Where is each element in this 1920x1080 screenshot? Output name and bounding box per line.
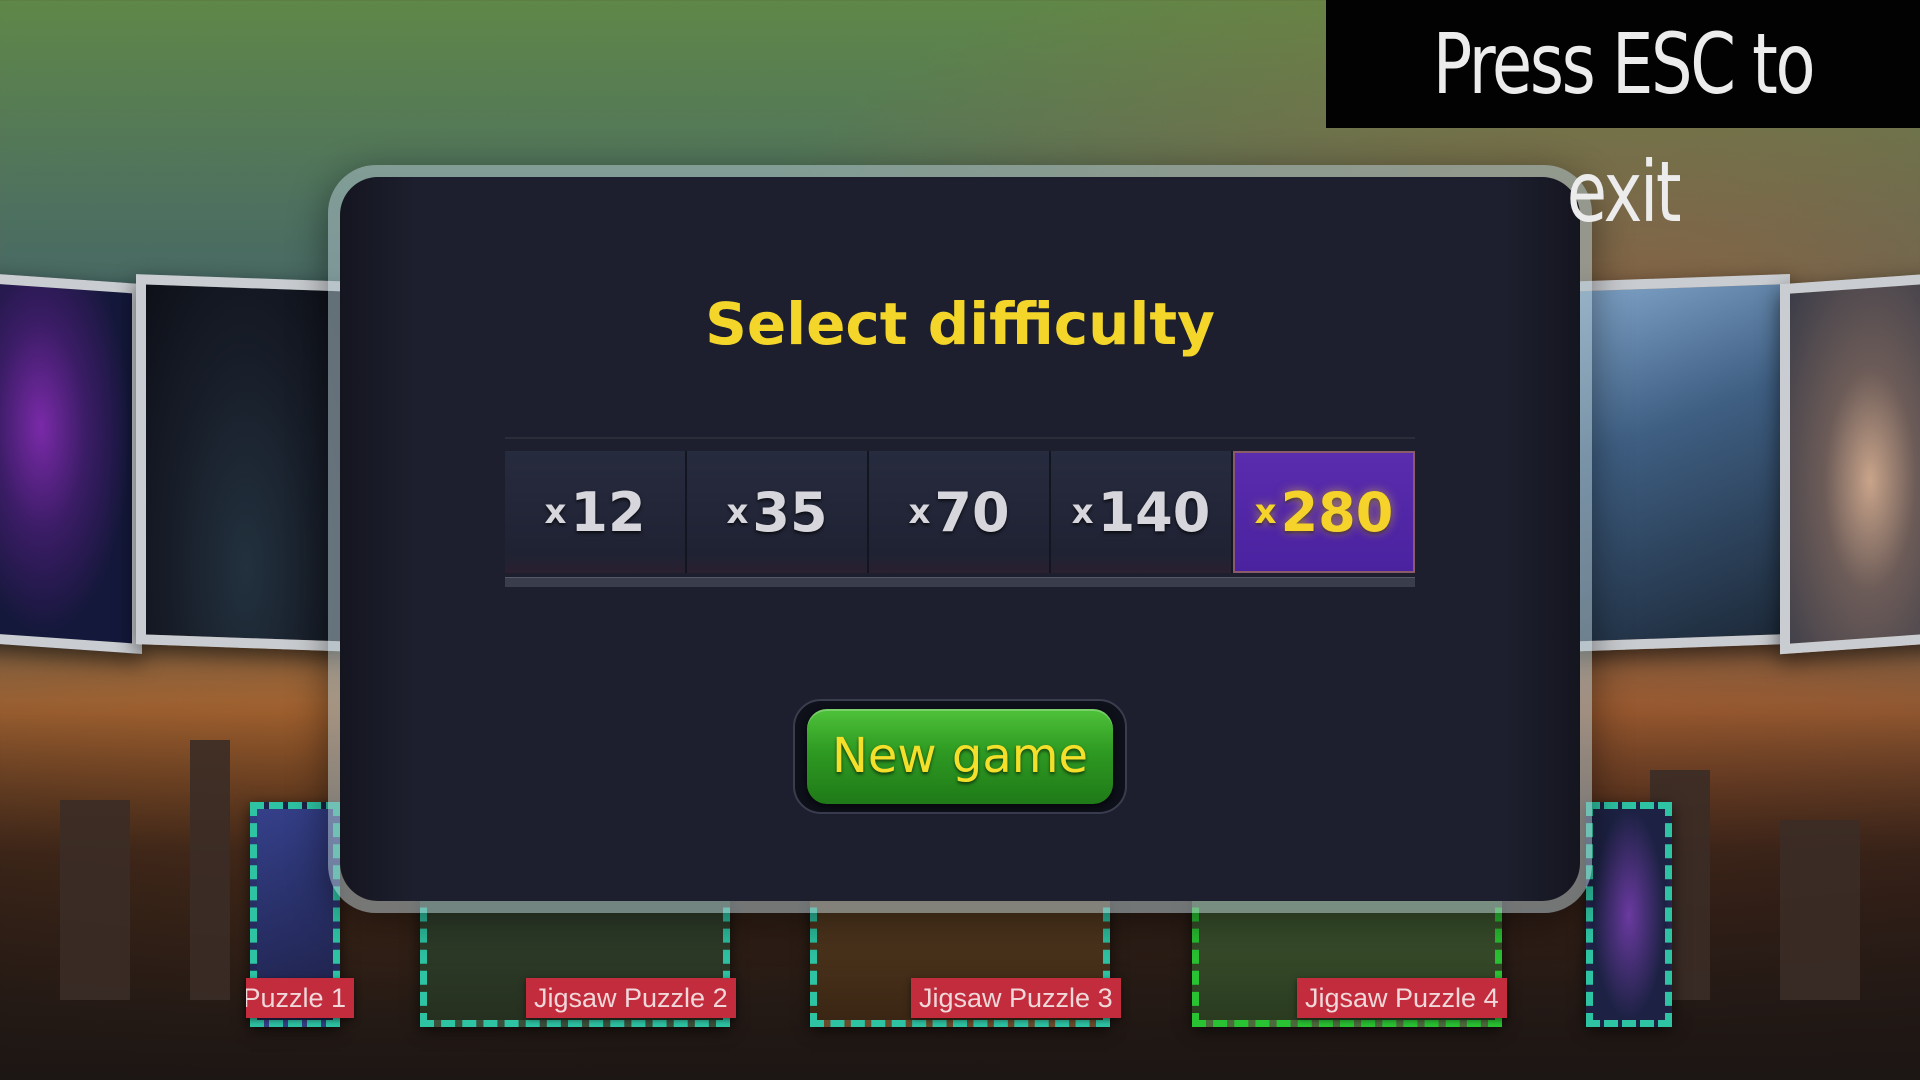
difficulty-option-140[interactable]: x 140 xyxy=(1051,451,1233,573)
multiplier-prefix: x xyxy=(544,492,567,532)
difficulty-option-70[interactable]: x 70 xyxy=(869,451,1051,573)
multiplier-prefix: x xyxy=(1254,492,1277,532)
puzzle-label: Jigsaw Puzzle 3 xyxy=(911,978,1121,1018)
piece-count: 35 xyxy=(752,480,828,544)
difficulty-option-280-selected[interactable]: x 280 xyxy=(1233,451,1415,573)
new-game-button-frame: New game xyxy=(793,699,1127,814)
esc-hint-text: Press ESC to exit xyxy=(1432,15,1816,241)
piece-count: 140 xyxy=(1097,480,1211,544)
esc-hint-banner: Press ESC to exit xyxy=(1326,0,1920,241)
piece-count: 12 xyxy=(570,480,646,544)
new-game-button[interactable]: New game xyxy=(807,709,1113,804)
puzzle-label: Puzzle 1 xyxy=(246,978,354,1018)
puzzle-label: Jigsaw Puzzle 4 xyxy=(1297,978,1507,1018)
piece-count: 70 xyxy=(934,480,1010,544)
difficulty-option-12[interactable]: x 12 xyxy=(505,451,687,573)
puzzle-thumbnail[interactable] xyxy=(1586,802,1672,1027)
dialog-title: Select difficulty xyxy=(705,290,1215,358)
difficulty-options: x 12 x 35 x 70 x 140 x 280 xyxy=(505,451,1415,573)
difficulty-selector: x 12 x 35 x 70 x 140 x 280 xyxy=(505,437,1415,587)
selector-track xyxy=(505,577,1415,587)
multiplier-prefix: x xyxy=(1071,492,1094,532)
multiplier-prefix: x xyxy=(726,492,749,532)
difficulty-option-35[interactable]: x 35 xyxy=(687,451,869,573)
multiplier-prefix: x xyxy=(908,492,931,532)
puzzle-label: Jigsaw Puzzle 2 xyxy=(526,978,736,1018)
piece-count: 280 xyxy=(1280,480,1394,544)
